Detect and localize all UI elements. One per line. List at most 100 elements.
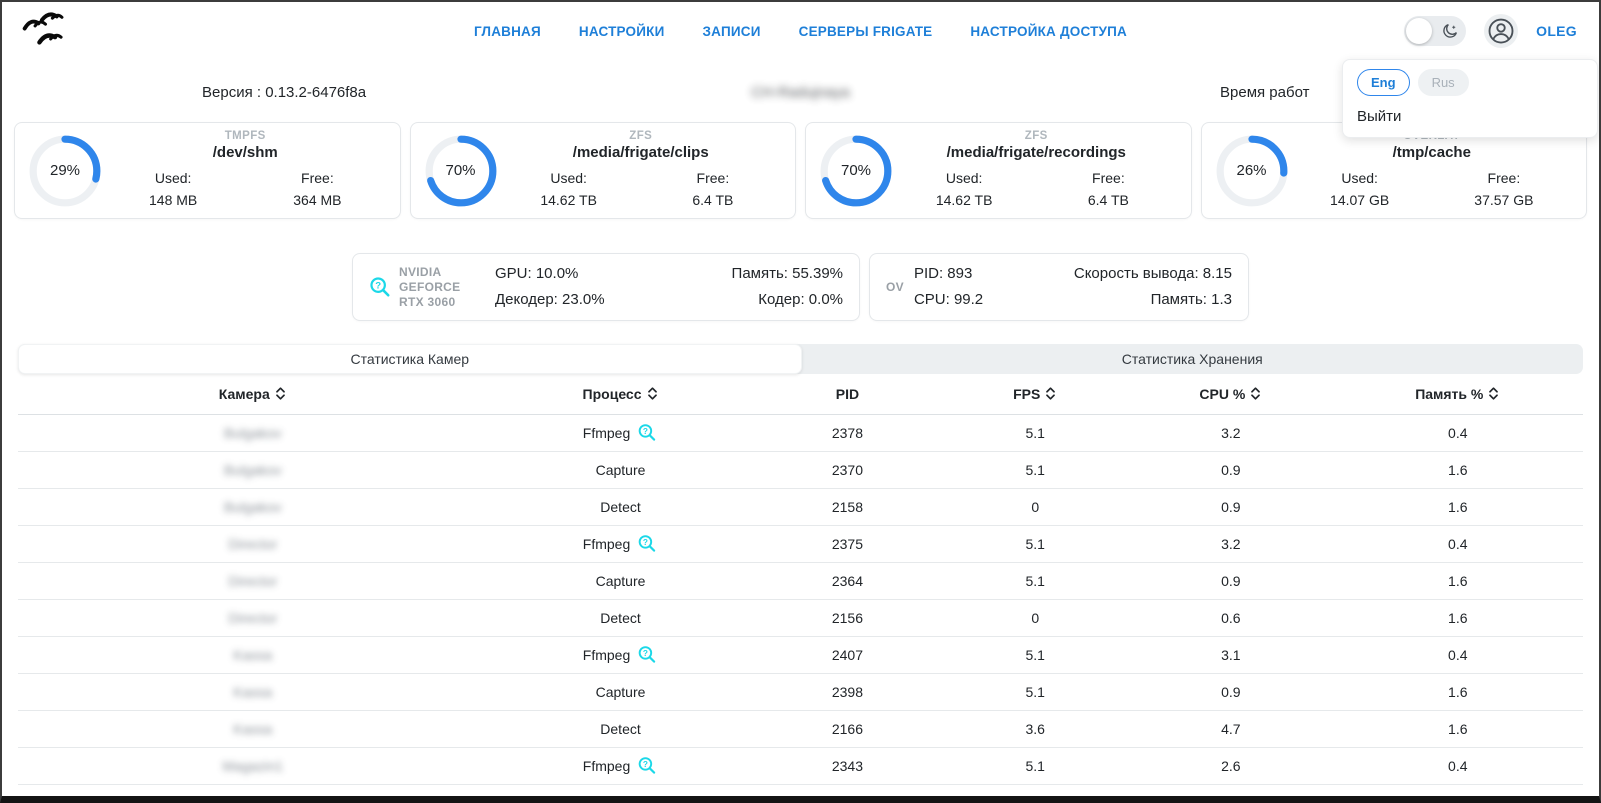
sort-chevrons-icon[interactable]	[1249, 386, 1262, 401]
header-memory[interactable]: Память %	[1333, 374, 1583, 414]
used-value: 148 MB	[101, 189, 245, 211]
free-value: 364 MB	[245, 189, 389, 211]
table-row: Kassa Capture 2398 5.1 0.9 1.6	[18, 673, 1583, 710]
pid-value: 2398	[754, 673, 942, 710]
lang-rus-button[interactable]: Rus	[1418, 69, 1469, 96]
nav-item-home[interactable]: ГЛАВНАЯ	[474, 24, 541, 39]
gpu-stats-card: NVIDIA GEFORCE RTX 3060 GPU: 10.0% Декод…	[352, 253, 860, 321]
pid-value: 2343	[754, 747, 942, 784]
gpu-usage: GPU: 10.0%	[495, 261, 605, 287]
main-nav: ГЛАВНАЯ НАСТРОЙКИ ЗАПИСИ СЕРВЕРЫ FRIGATE…	[474, 2, 1127, 60]
sort-chevrons-icon[interactable]	[1487, 386, 1500, 401]
lang-eng-button[interactable]: Eng	[1357, 69, 1410, 96]
app-window: ГЛАВНАЯ НАСТРОЙКИ ЗАПИСИ СЕРВЕРЫ FRIGATE…	[0, 0, 1601, 803]
logout-button[interactable]: Выйти	[1357, 108, 1583, 125]
storage-card-clips: 70% ZFS /media/frigate/clips Used:14.62 …	[410, 122, 797, 219]
fps-value: 0	[941, 599, 1129, 636]
camera-name: Bulgakov	[224, 462, 282, 478]
ov-output-speed: Скорость вывода: 8.15	[1074, 261, 1232, 287]
pid-value: 2166	[754, 710, 942, 747]
pid-value: 2156	[754, 599, 942, 636]
mem-value: 0.4	[1333, 747, 1583, 784]
process-name: Detect	[600, 721, 640, 737]
mem-value: 0.4	[1333, 525, 1583, 562]
ffmpeg-info-icon[interactable]	[636, 423, 658, 442]
cpu-value: 0.9	[1129, 451, 1332, 488]
mem-value: 1.6	[1333, 710, 1583, 747]
tab-camera-stats[interactable]: Статистика Камер	[18, 344, 802, 374]
fs-type-label: ZFS	[1025, 130, 1048, 142]
ffmpeg-info-icon[interactable]	[636, 756, 658, 775]
mount-path-label: /media/frigate/recordings	[947, 144, 1126, 161]
nav-item-frigate-servers[interactable]: СЕРВЕРЫ FRIGATE	[799, 24, 933, 39]
camera-name: Kassa	[233, 647, 272, 663]
version-label: Версия : 0.13.2-6476f8a	[202, 84, 366, 101]
fps-value: 5.1	[941, 747, 1129, 784]
cpu-value: 0.9	[1129, 488, 1332, 525]
table-row: Director Ffmpeg 2375 5.1 3.2 0.4	[18, 525, 1583, 562]
used-value: 14.62 TB	[892, 189, 1036, 211]
fps-value: 0	[941, 488, 1129, 525]
table-header-row: Камера Процесс PID FPS CPU % Память %	[18, 374, 1583, 414]
gpu-left-stats: GPU: 10.0% Декодер: 23.0%	[495, 261, 605, 313]
header-process[interactable]: Процесс	[488, 374, 754, 414]
uptime-label: Время работ	[1220, 84, 1309, 101]
nav-item-recordings[interactable]: ЗАПИСИ	[703, 24, 761, 39]
gpu-right-stats: Память: 55.39% Кодер: 0.0%	[732, 261, 843, 313]
free-label: Free:	[245, 167, 389, 189]
username-label[interactable]: OLEG	[1536, 23, 1577, 39]
theme-toggle[interactable]	[1404, 16, 1466, 46]
fs-type-label: TMPFS	[225, 130, 266, 142]
cpu-value: 0.6	[1129, 599, 1332, 636]
pid-value: 2407	[754, 636, 942, 673]
used-label: Used:	[892, 167, 1036, 189]
process-name: Ffmpeg	[583, 647, 630, 663]
mem-value: 0.4	[1333, 414, 1583, 451]
storage-card-recordings: 70% ZFS /media/frigate/recordings Used:1…	[805, 122, 1192, 219]
mem-value: 1.6	[1333, 488, 1583, 525]
pid-value: 2378	[754, 414, 942, 451]
process-name: Ffmpeg	[583, 536, 630, 552]
gpu-memory: Память: 55.39%	[732, 261, 843, 287]
topbar-right-cluster: OLEG	[1404, 2, 1577, 60]
fps-value: 5.1	[941, 636, 1129, 673]
tab-storage-stats[interactable]: Статистика Хранения	[802, 344, 1584, 374]
table-row: Kassa Detect 2166 3.6 4.7 1.6	[18, 710, 1583, 747]
mount-path-label: /dev/shm	[213, 144, 278, 161]
pid-value: 2375	[754, 525, 942, 562]
gpu-encoder: Кодер: 0.0%	[732, 287, 843, 313]
cpu-value: 2.6	[1129, 747, 1332, 784]
cpu-value: 4.7	[1129, 710, 1332, 747]
person-circle-icon	[1486, 16, 1516, 46]
camera-name: Director	[228, 573, 277, 589]
ov-memory: Память: 1.3	[1074, 287, 1232, 313]
free-label: Free:	[1036, 167, 1180, 189]
cpu-value: 0.9	[1129, 673, 1332, 710]
user-avatar[interactable]	[1484, 14, 1518, 48]
cpu-value: 3.2	[1129, 414, 1332, 451]
header-cpu[interactable]: CPU %	[1129, 374, 1332, 414]
sort-chevrons-icon[interactable]	[646, 386, 659, 401]
toggle-knob	[1406, 18, 1432, 44]
nav-item-settings[interactable]: НАСТРОЙКИ	[579, 24, 665, 39]
camera-stats-table: Камера Процесс PID FPS CPU % Память % Bu…	[18, 374, 1583, 785]
usage-percent-label: 70%	[820, 135, 892, 207]
nav-item-access-settings[interactable]: НАСТРОЙКА ДОСТУПА	[970, 24, 1127, 39]
process-name: Detect	[600, 499, 640, 515]
header-fps[interactable]: FPS	[941, 374, 1129, 414]
header-camera[interactable]: Камера	[18, 374, 488, 414]
used-value: 14.62 TB	[497, 189, 641, 211]
gpu-decoder: Декодер: 23.0%	[495, 287, 605, 313]
sort-chevrons-icon[interactable]	[274, 386, 287, 401]
fps-value: 5.1	[941, 525, 1129, 562]
ffmpeg-info-icon[interactable]	[636, 534, 658, 553]
used-label: Used:	[497, 167, 641, 189]
sort-chevrons-icon[interactable]	[1044, 386, 1057, 401]
mount-path-label: /tmp/cache	[1393, 144, 1471, 161]
camera-name: Bulgakov	[224, 425, 282, 441]
process-name: Capture	[596, 684, 646, 700]
usage-gauge: 70%	[820, 135, 892, 207]
pid-value: 2364	[754, 562, 942, 599]
free-value: 37.57 GB	[1432, 189, 1576, 211]
ffmpeg-info-icon[interactable]	[636, 645, 658, 664]
